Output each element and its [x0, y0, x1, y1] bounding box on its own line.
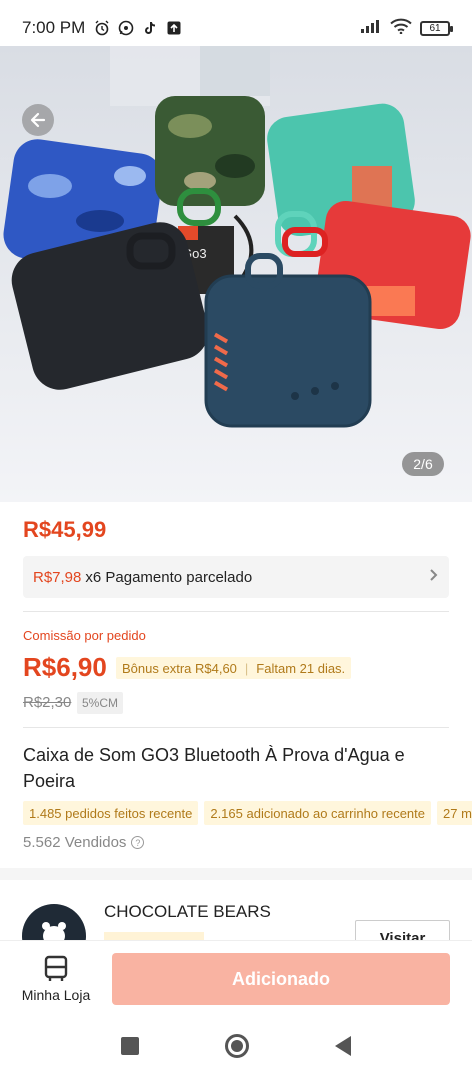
stat-more: 27 m	[437, 801, 472, 825]
shop-info: CHOCOLATE BEARS Visitar	[0, 880, 472, 940]
home-icon[interactable]	[225, 1034, 249, 1058]
shop-name: CHOCOLATE BEARS	[104, 902, 271, 921]
product-title: Caixa de Som GO3 Bluetooth À Prova d'Agu…	[23, 745, 405, 791]
shop-avatar[interactable]	[22, 904, 86, 940]
status-time: 7:00 PM	[22, 18, 86, 37]
installment-text: x6 Pagamento parcelado	[85, 568, 253, 586]
shop-badge	[104, 932, 204, 940]
product-price: R$45,99	[23, 517, 107, 542]
bonus-remaining: Faltam 21 dias.	[256, 660, 346, 676]
bottom-action-bar: Minha Loja Adicionado	[0, 940, 472, 1016]
recents-icon[interactable]	[121, 1037, 139, 1055]
product-image-gallery[interactable]: Go3 2/6	[0, 46, 472, 502]
old-commission: R$2,30	[23, 694, 72, 711]
commission-value: R$6,90	[23, 652, 107, 682]
add-button[interactable]: Adicionado	[112, 953, 450, 1005]
installment-amount: R$7,98	[33, 568, 82, 586]
alarm-icon	[93, 19, 111, 37]
upload-icon	[165, 19, 183, 37]
speaker-green-camo	[155, 96, 265, 226]
speaker-navy	[204, 253, 372, 428]
back-triangle-icon[interactable]	[335, 1036, 351, 1056]
my-store-label: Minha Loja	[21, 987, 91, 1003]
stat-orders: 1.485 pedidos feitos recente	[23, 801, 199, 825]
divider	[23, 727, 449, 728]
status-notification-icons	[93, 19, 183, 37]
help-icon[interactable]: ?	[131, 836, 145, 849]
chevron-right-icon	[429, 568, 439, 586]
tiktok-icon	[141, 19, 159, 37]
product-stats-row: 1.485 pedidos feitos recente 2.165 adici…	[23, 801, 472, 825]
section-separator	[0, 868, 472, 880]
product-photo: Go3	[0, 46, 472, 502]
commission-label: Comissão por pedido	[23, 628, 146, 643]
visit-shop-button[interactable]: Visitar	[355, 920, 450, 940]
store-icon	[44, 955, 68, 981]
tag-separator: |	[244, 660, 249, 676]
stat-cart: 2.165 adicionado ao carrinho recente	[204, 801, 431, 825]
whatsapp-icon	[117, 19, 135, 37]
system-nav-bar	[0, 1016, 472, 1076]
divider	[23, 611, 449, 612]
installment-row[interactable]: R$7,98 x6 Pagamento parcelado	[23, 556, 449, 598]
sold-text: 5.562 Vendidos	[23, 834, 127, 851]
sold-count: 5.562 Vendidos ?	[23, 834, 145, 851]
back-button[interactable]	[22, 104, 54, 136]
my-store-button[interactable]: Minha Loja	[16, 955, 96, 1003]
commission-rate-tag: 5%CM	[77, 692, 124, 714]
arrow-left-icon	[30, 112, 46, 128]
bonus-tag: Bônus extra R$4,60 | Faltam 21 dias.	[116, 657, 352, 679]
status-system-icons: 61	[360, 18, 453, 39]
bear-logo-icon	[42, 922, 66, 940]
battery-icon: 61	[420, 20, 453, 36]
signal-icon	[360, 18, 382, 39]
wifi-icon	[390, 18, 412, 39]
bonus-text: Bônus extra R$4,60	[122, 660, 237, 676]
image-page-indicator: 2/6	[402, 452, 444, 476]
